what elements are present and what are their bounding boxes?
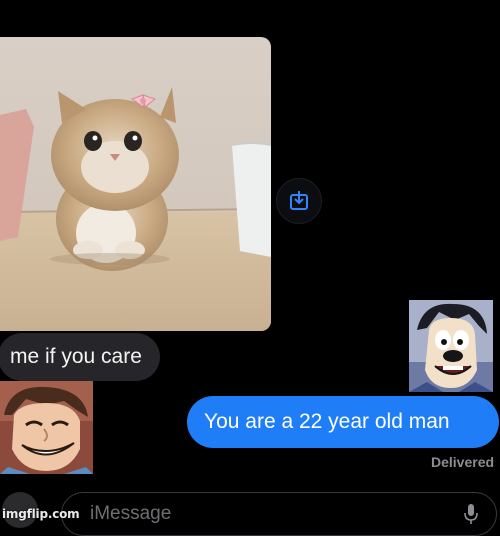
microphone-icon[interactable] — [464, 503, 478, 525]
outgoing-message-text: You are a 22 year old man — [204, 410, 450, 433]
incoming-photo-message[interactable] — [0, 37, 271, 331]
message-composer[interactable] — [61, 492, 497, 536]
save-to-photos-icon — [290, 191, 308, 210]
kitten-photo — [0, 37, 271, 331]
cartoon-sticker-max — [409, 300, 493, 392]
incoming-message-bubble[interactable]: me if you care — [0, 333, 160, 381]
delivery-status: Delivered — [431, 454, 495, 470]
incoming-message-text: me if you care — [10, 345, 142, 368]
cartoon-sticker-bobby — [0, 381, 93, 474]
outgoing-message-bubble[interactable]: You are a 22 year old man — [187, 396, 499, 448]
message-input[interactable] — [90, 503, 390, 525]
imgflip-watermark: imgflip.com — [2, 507, 80, 521]
save-photo-button[interactable] — [276, 178, 322, 224]
